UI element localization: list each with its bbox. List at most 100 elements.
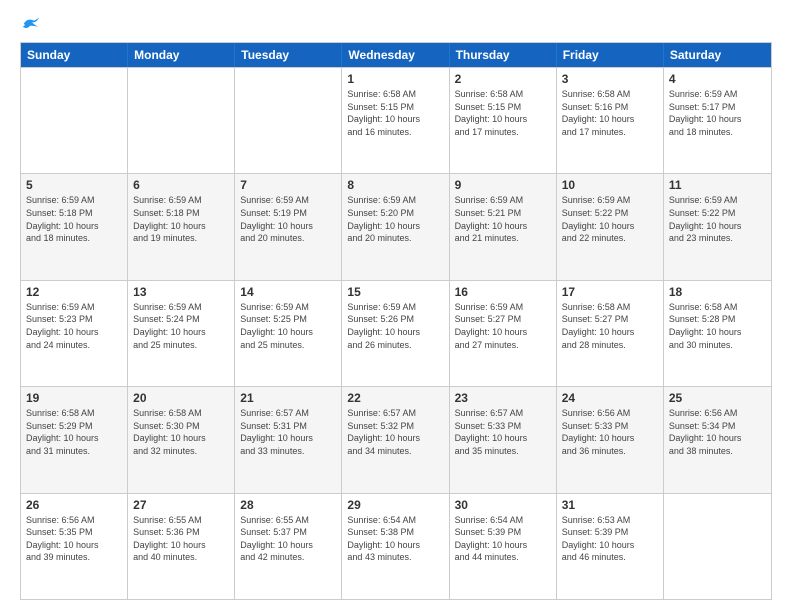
calendar-row: 12 Sunrise: 6:59 AM Sunset: 5:23 PM Dayli… [21,280,771,386]
cell-info: Sunrise: 6:58 AM Sunset: 5:30 PM Dayligh… [133,407,229,457]
day-number: 17 [562,285,658,299]
cell-info: Sunrise: 6:59 AM Sunset: 5:26 PM Dayligh… [347,301,443,351]
day-number: 16 [455,285,551,299]
calendar-row: 26 Sunrise: 6:56 AM Sunset: 5:35 PM Dayli… [21,493,771,599]
calendar-cell: 5Sunrise: 6:59 AM Sunset: 5:18 PM Daylig… [21,174,128,279]
calendar-cell: 17 Sunrise: 6:58 AM Sunset: 5:27 PM Dayli… [557,281,664,386]
day-number: 28 [240,498,336,512]
logo-text [20,18,40,32]
calendar-cell: 13 Sunrise: 6:59 AM Sunset: 5:24 PM Dayli… [128,281,235,386]
calendar-cell: 22 Sunrise: 6:57 AM Sunset: 5:32 PM Dayli… [342,387,449,492]
cell-info: Sunrise: 6:57 AM Sunset: 5:32 PM Dayligh… [347,407,443,457]
day-number: 18 [669,285,766,299]
cell-info: Sunrise: 6:58 AM Sunset: 5:28 PM Dayligh… [669,301,766,351]
day-number: 7 [240,178,336,192]
header-day-friday: Friday [557,43,664,67]
cell-info: Sunrise: 6:57 AM Sunset: 5:33 PM Dayligh… [455,407,551,457]
day-number: 30 [455,498,551,512]
logo-bird-icon [22,16,40,30]
cell-info: Sunrise: 6:58 AM Sunset: 5:29 PM Dayligh… [26,407,122,457]
calendar-cell [235,68,342,173]
day-number: 25 [669,391,766,405]
calendar-cell: 18 Sunrise: 6:58 AM Sunset: 5:28 PM Dayli… [664,281,771,386]
day-number: 11 [669,178,766,192]
cell-info: Sunrise: 6:56 AM Sunset: 5:34 PM Dayligh… [669,407,766,457]
calendar-cell: 25 Sunrise: 6:56 AM Sunset: 5:34 PM Dayli… [664,387,771,492]
cell-info: Sunrise: 6:59 AM Sunset: 5:22 PM Dayligh… [562,194,658,244]
calendar-cell: 23 Sunrise: 6:57 AM Sunset: 5:33 PM Dayli… [450,387,557,492]
calendar-cell: 14 Sunrise: 6:59 AM Sunset: 5:25 PM Dayli… [235,281,342,386]
calendar-cell: 4 Sunrise: 6:59 AM Sunset: 5:17 PM Daylig… [664,68,771,173]
cell-info: Sunrise: 6:55 AM Sunset: 5:36 PM Dayligh… [133,514,229,564]
calendar-cell: 27Sunrise: 6:55 AM Sunset: 5:36 PM Dayli… [128,494,235,599]
cell-info: Sunrise: 6:58 AM Sunset: 5:16 PM Dayligh… [562,88,658,138]
calendar-row: 5 Sunrise: 6:59 AM Sunset: 5:18 PM Daylig… [21,173,771,279]
cell-info: Sunrise: 6:55 AM Sunset: 5:37 PM Dayligh… [240,514,336,564]
header-day-tuesday: Tuesday [235,43,342,67]
day-number: 14 [240,285,336,299]
calendar-cell: 2 Sunrise: 6:58 AM Sunset: 5:15 PM Daylig… [450,68,557,173]
day-number: 29 [347,498,443,512]
cell-info: Sunrise: 6:59 AM Sunset: 5:27 PM Dayligh… [455,301,551,351]
header-day-monday: Monday [128,43,235,67]
calendar-cell: 9 Sunrise: 6:59 AM Sunset: 5:21 PM Daylig… [450,174,557,279]
day-number: 8 [347,178,443,192]
day-number: 24 [562,391,658,405]
day-number: 9 [455,178,551,192]
day-number: 22 [347,391,443,405]
calendar-cell [664,494,771,599]
day-number: 26 [26,498,122,512]
calendar-cell: 12 Sunrise: 6:59 AM Sunset: 5:23 PM Dayli… [21,281,128,386]
day-number: 23 [455,391,551,405]
cell-info: Sunrise: 6:59 AM Sunset: 5:20 PM Dayligh… [347,194,443,244]
calendar-cell: 3Sunrise: 6:58 AM Sunset: 5:16 PM Daylig… [557,68,664,173]
calendar-cell: 31 Sunrise: 6:53 AM Sunset: 5:39 PM Dayli… [557,494,664,599]
header-day-thursday: Thursday [450,43,557,67]
day-number: 4 [669,72,766,86]
day-number: 1 [347,72,443,86]
page-header [20,18,772,32]
calendar-cell: 26 Sunrise: 6:56 AM Sunset: 5:35 PM Dayli… [21,494,128,599]
cell-info: Sunrise: 6:59 AM Sunset: 5:17 PM Dayligh… [669,88,766,138]
calendar-cell: 29 Sunrise: 6:54 AM Sunset: 5:38 PM Dayli… [342,494,449,599]
calendar-cell: 1 Sunrise: 6:58 AM Sunset: 5:15 PM Daylig… [342,68,449,173]
day-number: 12 [26,285,122,299]
day-number: 31 [562,498,658,512]
calendar-cell [128,68,235,173]
cell-info: Sunrise: 6:59 AM Sunset: 5:23 PM Dayligh… [26,301,122,351]
header-day-saturday: Saturday [664,43,771,67]
cell-info: Sunrise: 6:59 AM Sunset: 5:24 PM Dayligh… [133,301,229,351]
cell-info: Sunrise: 6:59 AM Sunset: 5:19 PM Dayligh… [240,194,336,244]
day-number: 5 [26,178,122,192]
calendar-cell: 8 Sunrise: 6:59 AM Sunset: 5:20 PM Daylig… [342,174,449,279]
calendar-cell [21,68,128,173]
cell-info: Sunrise: 6:59 AM Sunset: 5:25 PM Dayligh… [240,301,336,351]
calendar-cell: 21 Sunrise: 6:57 AM Sunset: 5:31 PM Dayli… [235,387,342,492]
calendar-cell: 16 Sunrise: 6:59 AM Sunset: 5:27 PM Dayli… [450,281,557,386]
day-number: 15 [347,285,443,299]
cell-info: Sunrise: 6:58 AM Sunset: 5:15 PM Dayligh… [347,88,443,138]
calendar-cell: 19Sunrise: 6:58 AM Sunset: 5:29 PM Dayli… [21,387,128,492]
cell-info: Sunrise: 6:58 AM Sunset: 5:15 PM Dayligh… [455,88,551,138]
cell-info: Sunrise: 6:56 AM Sunset: 5:33 PM Dayligh… [562,407,658,457]
calendar-row: 1 Sunrise: 6:58 AM Sunset: 5:15 PM Daylig… [21,67,771,173]
calendar-body: 1 Sunrise: 6:58 AM Sunset: 5:15 PM Daylig… [21,67,771,599]
cell-info: Sunrise: 6:53 AM Sunset: 5:39 PM Dayligh… [562,514,658,564]
calendar-cell: 20Sunrise: 6:58 AM Sunset: 5:30 PM Dayli… [128,387,235,492]
day-number: 13 [133,285,229,299]
day-number: 6 [133,178,229,192]
calendar-cell: 10Sunrise: 6:59 AM Sunset: 5:22 PM Dayli… [557,174,664,279]
day-number: 2 [455,72,551,86]
calendar: SundayMondayTuesdayWednesdayThursdayFrid… [20,42,772,600]
cell-info: Sunrise: 6:59 AM Sunset: 5:18 PM Dayligh… [133,194,229,244]
calendar-page: SundayMondayTuesdayWednesdayThursdayFrid… [0,0,792,612]
cell-info: Sunrise: 6:58 AM Sunset: 5:27 PM Dayligh… [562,301,658,351]
cell-info: Sunrise: 6:54 AM Sunset: 5:38 PM Dayligh… [347,514,443,564]
calendar-cell: 6 Sunrise: 6:59 AM Sunset: 5:18 PM Daylig… [128,174,235,279]
cell-info: Sunrise: 6:56 AM Sunset: 5:35 PM Dayligh… [26,514,122,564]
cell-info: Sunrise: 6:57 AM Sunset: 5:31 PM Dayligh… [240,407,336,457]
day-number: 21 [240,391,336,405]
calendar-header: SundayMondayTuesdayWednesdayThursdayFrid… [21,43,771,67]
cell-info: Sunrise: 6:59 AM Sunset: 5:21 PM Dayligh… [455,194,551,244]
calendar-cell: 7 Sunrise: 6:59 AM Sunset: 5:19 PM Daylig… [235,174,342,279]
